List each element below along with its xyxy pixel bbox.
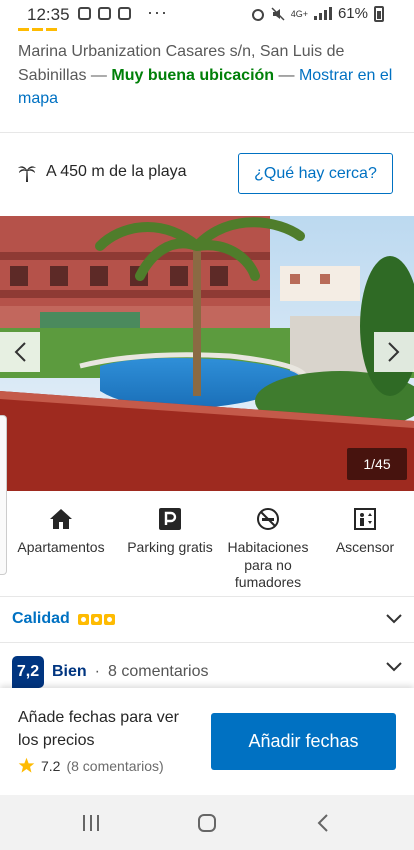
- battery-icon: [374, 5, 384, 22]
- beach-distance: A 450 m de la playa: [18, 162, 187, 182]
- chevron-down-icon[interactable]: [386, 614, 402, 624]
- status-bar: 12:35 ··· 4G+ 61%: [0, 0, 414, 30]
- amenity-non-smoking: Habitaciones para no fumadores: [216, 503, 320, 592]
- notification-icons: [78, 7, 131, 20]
- whats-nearby-button[interactable]: ¿Qué hay cerca?: [238, 153, 393, 194]
- status-right: 4G+ 61%: [251, 5, 384, 22]
- mute-icon: [271, 6, 285, 21]
- no-smoking-icon: [257, 508, 279, 530]
- review-word: Bien: [52, 663, 87, 680]
- booking-rating-value: 7.2: [41, 757, 61, 774]
- amenity-apartments: Apartamentos: [9, 503, 113, 557]
- address-separator: —: [86, 66, 112, 84]
- review-row[interactable]: 7,2 Bien · 8 comentarios: [12, 656, 209, 688]
- battery-percent: 61%: [337, 5, 368, 22]
- booking-bar: Añade fechas para ver los precios 7.2 (8…: [0, 688, 414, 795]
- quality-stars: [77, 613, 115, 625]
- signal-icon: [313, 7, 332, 20]
- house-icon: [50, 509, 72, 529]
- recent-apps-icon: [83, 815, 99, 831]
- beach-distance-text: A 450 m de la playa: [46, 163, 187, 180]
- amenity-label: Parking gratis: [127, 539, 213, 555]
- gallery-next-button[interactable]: [374, 332, 414, 372]
- back-button[interactable]: [303, 808, 343, 838]
- more-notifications-icon: ···: [147, 2, 168, 22]
- parking-icon: [159, 508, 181, 530]
- amenities-list: Apartamentos Parking gratis Habitaciones…: [0, 503, 414, 595]
- network-label: 4G+: [290, 8, 308, 19]
- quality-label: Calidad: [12, 610, 70, 627]
- gallery-prev-button[interactable]: [0, 332, 40, 372]
- palm-tree-icon: [18, 166, 36, 182]
- status-time: 12:35: [27, 5, 70, 24]
- hotel-address: Marina Urbanization Casares s/n, San Lui…: [18, 40, 398, 111]
- alarm-icon: [251, 8, 264, 21]
- chevron-left-icon: [14, 342, 26, 362]
- elevator-icon: [354, 508, 376, 530]
- mail-icon: [98, 7, 111, 20]
- recent-apps-button[interactable]: [71, 808, 111, 838]
- review-score-badge: 7,2: [12, 656, 44, 688]
- amenity-elevator: Ascensor: [313, 503, 414, 557]
- review-count: 8 comentarios: [108, 663, 209, 680]
- booking-rating-count: (8 comentarios): [66, 757, 164, 774]
- amenity-label: Ascensor: [335, 539, 395, 555]
- add-dates-button[interactable]: Añadir fechas: [211, 713, 396, 770]
- divider: [0, 596, 414, 597]
- quality-row[interactable]: Calidad: [12, 610, 115, 628]
- photo-counter: 1/45: [347, 448, 407, 480]
- chevron-down-icon[interactable]: [386, 662, 402, 672]
- divider: [0, 642, 414, 643]
- star-icon: [18, 757, 35, 773]
- amenity-parking: Parking gratis: [118, 503, 222, 557]
- amenity-label: Habitaciones para no fumadores: [227, 539, 309, 590]
- add-dates-prompt: Añade fechas para ver los precios: [18, 709, 179, 749]
- back-icon: [317, 814, 328, 832]
- location-rating-label: Muy buena ubicación: [111, 66, 275, 84]
- home-icon: [198, 814, 216, 832]
- chevron-right-icon: [388, 342, 400, 362]
- system-nav-bar: [0, 795, 414, 850]
- address-separator-2: —: [274, 66, 299, 84]
- app-icon: [118, 7, 131, 20]
- stars-fragment: [18, 28, 58, 31]
- home-button[interactable]: [187, 808, 227, 838]
- review-separator: ·: [94, 663, 100, 680]
- divider: [0, 132, 414, 133]
- booking-rating: 7.2 (8 comentarios): [18, 757, 164, 774]
- instagram-icon: [78, 7, 91, 20]
- amenity-label: Apartamentos: [17, 539, 105, 555]
